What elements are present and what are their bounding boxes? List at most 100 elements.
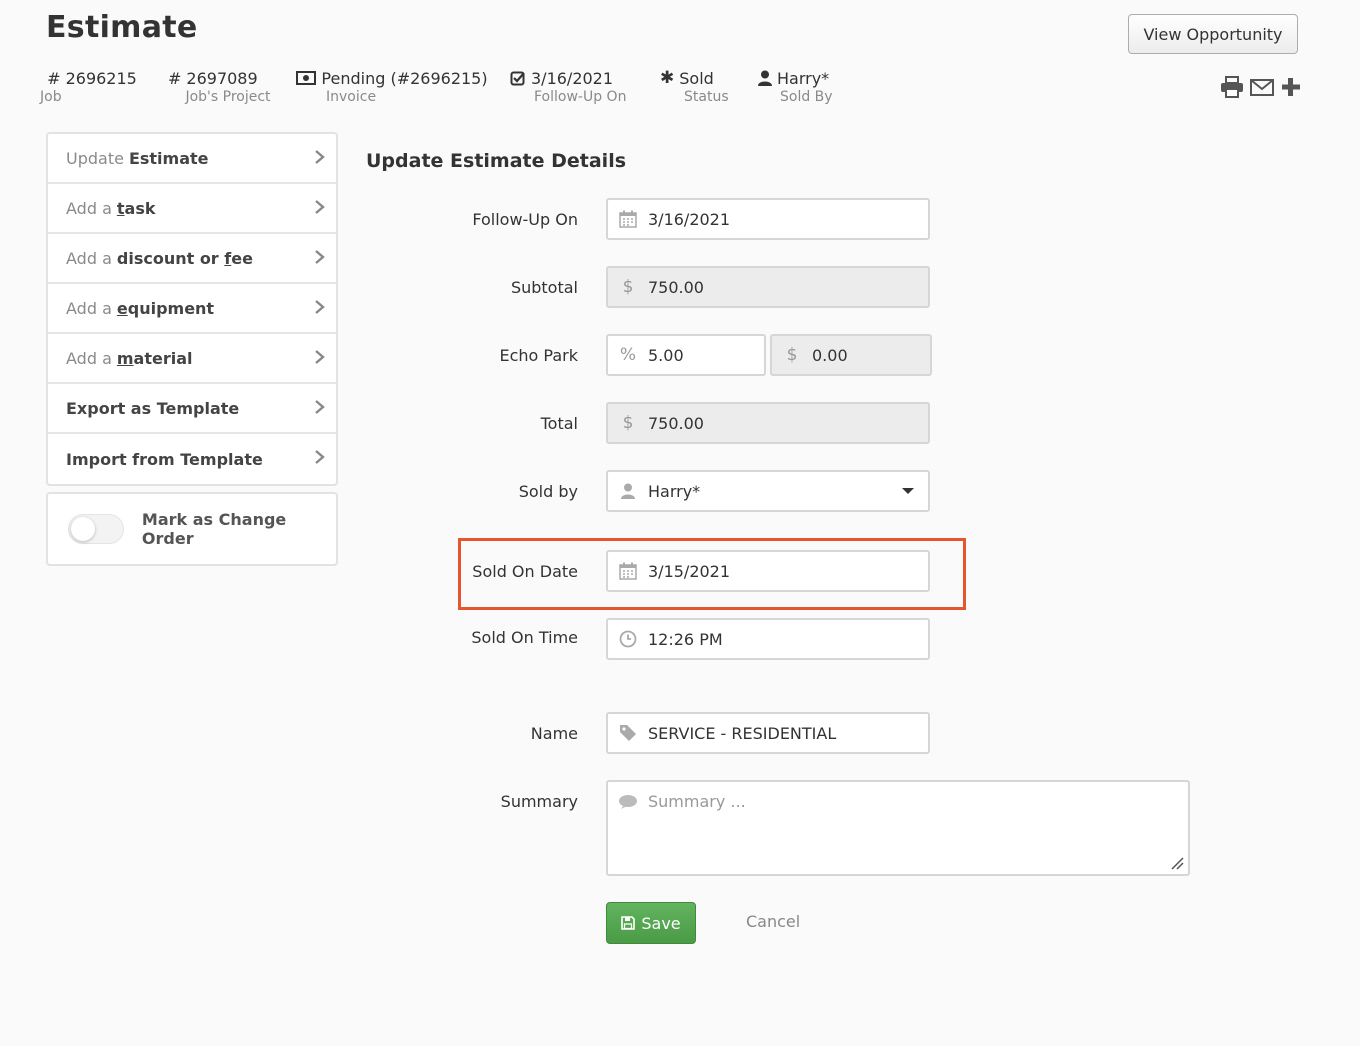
user-icon	[608, 483, 648, 499]
chevron-right-icon	[315, 450, 325, 464]
meta-status[interactable]: ✱ Sold Status	[660, 68, 732, 105]
sold-on-time-label: Sold On Time	[471, 628, 578, 647]
meta-invoice[interactable]: Pending (#2696215) Invoice	[296, 68, 488, 105]
summary-textarea[interactable]: Summary ...	[648, 792, 1188, 811]
change-order-label: Mark as Change Order	[141, 510, 287, 548]
sidebar-item-export-template[interactable]: Export as Template	[48, 384, 336, 434]
subtotal-value: 750.00	[648, 277, 704, 297]
sold-by-select[interactable]: Harry*	[606, 470, 930, 512]
hash-icon: #	[47, 68, 61, 88]
project-number: 2697089	[186, 68, 258, 88]
subtotal-label: Subtotal	[510, 278, 578, 297]
view-opportunity-button[interactable]: View Opportunity	[1128, 14, 1298, 54]
follow-up-field[interactable]: 3/16/2021	[606, 198, 930, 240]
sidebar-item-label: Estimate	[128, 148, 209, 168]
change-order-toggle[interactable]	[68, 514, 124, 544]
echo-park-percent-field[interactable]: % 5.00	[606, 334, 766, 376]
resize-handle-icon[interactable]	[1170, 856, 1184, 870]
comment-icon	[608, 792, 648, 810]
calendar-icon	[608, 210, 648, 228]
summary-field[interactable]: Summary ...	[606, 780, 1190, 876]
chevron-right-icon	[315, 300, 325, 314]
toggle-knob	[71, 517, 95, 541]
meta-job[interactable]: #2696215 Job	[40, 68, 137, 106]
job-number: 2696215	[65, 68, 137, 88]
total-field: $ 750.00	[606, 402, 930, 444]
percent-icon: %	[619, 345, 637, 365]
chevron-right-icon	[315, 350, 325, 364]
follow-up-date: 3/16/2021	[531, 68, 614, 88]
access-key: e	[116, 298, 128, 318]
change-order-panel: Mark as Change Order	[46, 492, 338, 566]
caret-down-icon	[902, 488, 914, 494]
echo-park-amount-value: 0.00	[812, 345, 848, 365]
sidebar-item-add-discount[interactable]: Add a discount or fee	[48, 234, 336, 284]
access-key: t	[116, 198, 125, 218]
cancel-link[interactable]: Cancel	[746, 912, 800, 931]
sidebar-item-label: Export as Template	[66, 398, 240, 418]
sidebar-item-label: Import from Template	[66, 449, 263, 469]
echo-park-amount-field: $ 0.00	[770, 334, 932, 376]
side-menu: Update Estimate Add a task Add a discoun…	[46, 132, 338, 486]
invoice-status: Pending (#2696215)	[321, 68, 488, 88]
sidebar-item-prefix: Update	[66, 148, 124, 168]
dollar-icon: $	[786, 345, 798, 365]
subtotal-field: $ 750.00	[606, 266, 930, 308]
hash-icon: #	[168, 68, 182, 88]
total-label: Total	[540, 414, 578, 433]
clock-icon	[608, 630, 648, 648]
name-label: Name	[530, 724, 578, 743]
follow-up-label: Follow-Up On	[534, 89, 627, 105]
sidebar-item-update-estimate[interactable]: Update Estimate	[48, 134, 336, 184]
meta-jobs-project[interactable]: #2697089 Job's Project	[168, 68, 274, 106]
sidebar-item-prefix: Add a	[66, 348, 112, 368]
sold-by-value: Harry*	[777, 68, 830, 88]
chevron-right-icon	[315, 200, 325, 214]
checkbox-icon	[510, 70, 526, 86]
status-label: Status	[684, 89, 729, 105]
sidebar-item-add-material[interactable]: Add a material	[48, 334, 336, 384]
tag-icon	[608, 724, 648, 742]
sidebar-item-add-equipment[interactable]: Add a equipment	[48, 284, 336, 334]
asterisk-icon: ✱	[660, 68, 675, 88]
sidebar-item-import-template[interactable]: Import from Template	[48, 434, 336, 484]
email-icon[interactable]	[1250, 76, 1276, 100]
save-button[interactable]: Save	[606, 902, 696, 944]
echo-park-label: Echo Park	[499, 346, 579, 365]
sold-on-time-field[interactable]: 12:26 PM	[606, 618, 930, 660]
sidebar-item-prefix: Add a	[66, 248, 112, 268]
name-input[interactable]: SERVICE - RESIDENTIAL	[648, 724, 928, 743]
page-title: Estimate	[46, 10, 198, 45]
calendar-icon	[608, 562, 648, 580]
echo-park-percent-input[interactable]: 5.00	[648, 346, 764, 365]
job-label: Job	[40, 89, 62, 105]
sold-by-selected: Harry*	[648, 481, 701, 501]
user-icon	[758, 70, 772, 86]
section-title: Update Estimate Details	[366, 150, 627, 172]
total-value: 750.00	[648, 413, 704, 433]
follow-up-input[interactable]: 3/16/2021	[648, 210, 928, 229]
print-icon[interactable]	[1220, 76, 1246, 100]
sold-on-date-field[interactable]: 3/15/2021	[606, 550, 930, 592]
money-icon	[296, 71, 317, 85]
dollar-icon: $	[622, 413, 634, 433]
sold-by-field-label: Sold by	[518, 482, 578, 501]
meta-sold-by[interactable]: Harry* Sold By	[758, 68, 838, 105]
sidebar-item-prefix: Add a	[66, 198, 112, 218]
sold-on-date-input[interactable]: 3/15/2021	[648, 562, 928, 581]
follow-up-label: Follow-Up On	[472, 210, 578, 229]
name-field[interactable]: SERVICE - RESIDENTIAL	[606, 712, 930, 754]
status-value: Sold	[679, 68, 714, 88]
plus-icon[interactable]	[1280, 76, 1306, 100]
sold-on-time-input[interactable]: 12:26 PM	[648, 630, 928, 649]
summary-label: Summary	[500, 792, 578, 811]
sidebar-item-label-rest: ee	[231, 248, 253, 268]
sidebar-item-label: aterial	[133, 348, 193, 368]
meta-follow-up[interactable]: 3/16/2021 Follow-Up On	[510, 68, 634, 105]
sidebar-item-label: discount or	[116, 248, 225, 268]
sidebar-item-add-task[interactable]: Add a task	[48, 184, 336, 234]
save-label: Save	[641, 913, 681, 933]
dollar-icon: $	[622, 277, 634, 297]
chevron-right-icon	[315, 150, 325, 164]
toolbar	[1220, 76, 1306, 100]
